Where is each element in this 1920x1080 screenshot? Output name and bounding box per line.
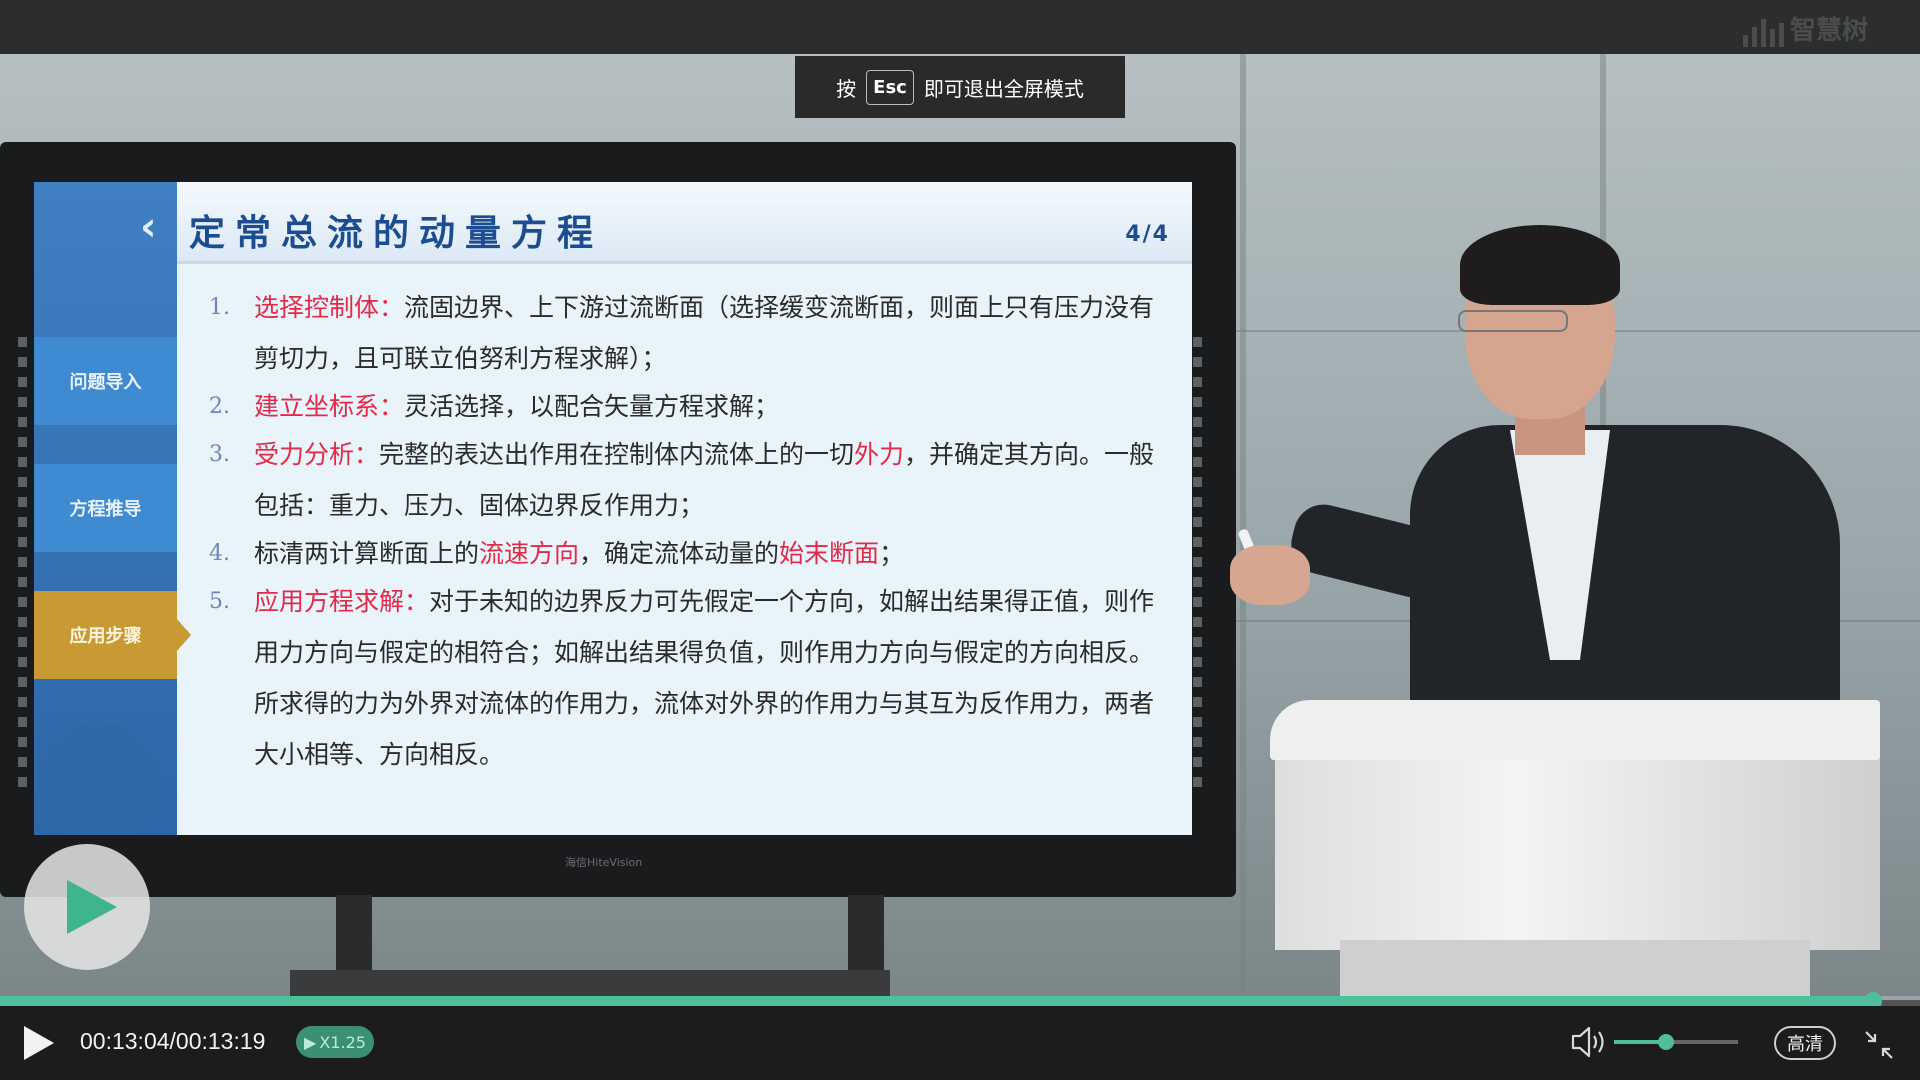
play-button[interactable] [22,1024,56,1066]
slide-item-number: 3. [209,442,230,467]
slide-highlight-text: 选择控制体： [254,293,405,322]
slide-title: 定常总流的动量方程 [189,213,604,254]
quality-button[interactable]: 高清 [1774,1026,1836,1060]
chevron-left-icon: ‹ [140,204,157,250]
slide-nav-item-active: 应用步骤 [34,591,191,679]
slide-text: 标清两计算断面上的 [254,539,480,568]
slide-text: ； [879,539,905,568]
playback-speed-button[interactable]: ▶ X1.25 [296,1026,374,1058]
slide-highlight-text: 建立坐标系： [254,392,405,421]
monitor-speaker-right [1193,337,1202,787]
progress-played [0,996,1874,1006]
monitor-speaker-left [18,337,27,787]
slide-item-number: 5. [209,589,230,614]
presenter-hair [1460,225,1620,305]
slide-screen: ‹ 问题导入 方程推导 应用步骤 定常总流的动量方程 4/4 1. 选择控制体：流… [34,182,1192,835]
exit-fullscreen-button[interactable] [1862,1028,1896,1066]
speed-label: X1.25 [319,1032,366,1052]
slide-item-text: 受力分析：完整的表达出作用在控制体内流体上的一切外力，并确定其方向。一般包括：重… [254,429,1169,531]
slide-item-text: 标清两计算断面上的流速方向，确定流体动量的始末断面； [254,528,1169,579]
volume-handle[interactable] [1658,1034,1675,1050]
slide-page-number: 4/4 [1125,222,1170,247]
presenter-glasses [1458,310,1568,332]
slide-header: 定常总流的动量方程 4/4 [177,182,1192,264]
slide-item-number: 1. [209,295,230,320]
slide-text: 完整的表达出作用在控制体内流体上的一切 [379,440,855,469]
time-display: 00:13:04/00:13:19 [80,1028,266,1054]
slide-highlight-text: 受力分析： [254,440,380,469]
brand-name: 智慧树 [1789,16,1868,46]
player-controls: 00:13:04/00:13:19 ▶ X1.25 高清 [0,1006,1920,1080]
slide-list-item: 1. 选择控制体：流固边界、上下游过流断面（选择缓变流断面，则面上只有压力没有剪切… [209,282,1169,384]
notice-suffix: 即可退出全屏模式 [923,76,1084,101]
play-small-icon: ▶ [304,1032,317,1052]
podium-top [1270,700,1880,760]
volume-icon [1571,1026,1604,1058]
university-emblem [34,722,164,835]
esc-key-label: Esc [866,69,914,105]
play-icon [24,1026,54,1060]
slide-text: 灵活选择，以配合矢量方程求解； [404,392,780,421]
exit-fullscreen-icon [1865,1031,1893,1059]
slide-nav-item: 方程推导 [34,464,177,552]
tv-monitor: ‹ 问题导入 方程推导 应用步骤 定常总流的动量方程 4/4 1. 选择控制体：流… [0,142,1236,897]
slide-item-text: 应用方程求解：对于未知的边界反力可先假定一个方向，如解出结果得正值，则作用力方向… [254,576,1169,780]
video-frame[interactable]: 智慧树 ‹ 问题导入 方程推导 应用步骤 定常总流的动量方程 4/4 1. 选择控… [0,0,1920,1000]
play-icon [67,880,117,934]
volume-button[interactable] [1570,1024,1608,1064]
brand-bars-icon [1742,15,1784,47]
slide-highlight-text: 流速方向 [479,539,580,568]
slide-sidebar: ‹ 问题导入 方程推导 应用步骤 [34,182,191,835]
slide-list-item: 4. 标清两计算断面上的流速方向，确定流体动量的始末断面； [209,528,1169,579]
brand-logo: 智慧树 [1742,10,1868,47]
slide-text: ，确定流体动量的 [579,539,780,568]
volume-slider[interactable] [1614,1034,1738,1050]
slide-item-number: 4. [209,541,230,566]
slide-item-text: 建立坐标系：灵活选择，以配合矢量方程求解； [254,381,1169,432]
slide-item-text: 选择控制体：流固边界、上下游过流断面（选择缓变流断面，则面上只有压力没有剪切力，… [254,282,1169,384]
presenter-hand [1230,545,1310,605]
slide-item-number: 2. [209,394,230,419]
slide-highlight-text: 应用方程求解： [254,587,430,616]
slide-list-item: 2. 建立坐标系：灵活选择，以配合矢量方程求解； [209,381,1169,432]
slide-highlight-text: 始末断面 [779,539,880,568]
progress-bar[interactable] [0,992,1920,1010]
podium-base [1340,940,1810,1000]
slide-list-item: 3. 受力分析：完整的表达出作用在控制体内流体上的一切外力，并确定其方向。一般包括… [209,429,1169,531]
slide-nav-item: 问题导入 [34,337,177,425]
notice-prefix: 按 [836,76,857,101]
slide-list-item: 5. 应用方程求解：对于未知的边界反力可先假定一个方向，如解出结果得正值，则作用力… [209,576,1169,780]
big-play-button[interactable] [24,844,150,970]
podium [1275,730,1880,950]
slide-body: 1. 选择控制体：流固边界、上下游过流断面（选择缓变流断面，则面上只有压力没有剪切… [209,282,1169,777]
slide-highlight-text: 外力 [854,440,905,469]
video-top-bar: 智慧树 [0,0,1920,54]
monitor-brand: 海信HiteVision [565,856,643,869]
fullscreen-exit-notice: 按 Esc 即可退出全屏模式 [795,56,1125,118]
